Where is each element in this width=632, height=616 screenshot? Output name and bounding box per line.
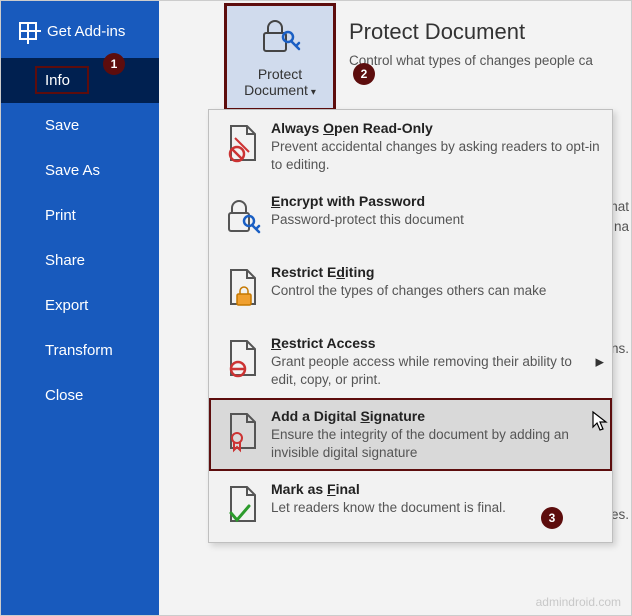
sidebar-item-share[interactable]: Share: [1, 238, 159, 283]
sidebar-item-label: Share: [45, 252, 85, 269]
get-addins-label: Get Add-ins: [47, 23, 125, 40]
sidebar-item-save-as[interactable]: Save As: [1, 148, 159, 193]
watermark: admindroid.com: [536, 595, 621, 609]
menu-item-digital-signature[interactable]: Add a Digital Signature Ensure the integ…: [209, 398, 612, 471]
sidebar-item-label: Save: [45, 117, 79, 134]
panel-subtitle: Control what types of changes people ca: [349, 53, 593, 68]
step-badge-2: 2: [353, 63, 375, 85]
get-addins-button[interactable]: Get Add-ins: [1, 16, 159, 58]
submenu-arrow-icon: ▶: [596, 355, 604, 368]
partial-bg-text: es.: [611, 507, 629, 522]
menu-item-encrypt-password[interactable]: Encrypt with Password Password-protect t…: [209, 183, 612, 254]
file-sidebar: Get Add-ins Info Save Save As Print Shar…: [1, 1, 159, 615]
document-check-icon: [223, 483, 263, 532]
protect-document-menu: Always Open Read-Only Prevent accidental…: [208, 109, 613, 543]
document-lock-icon: [223, 266, 263, 315]
document-prohibit-icon: [223, 337, 263, 386]
document-prohibit-icon: [223, 122, 263, 171]
panel-header: Protect Document Control what types of c…: [349, 19, 593, 68]
lock-key-icon: [258, 15, 302, 60]
menu-item-title: Encrypt with Password: [271, 193, 600, 209]
menu-item-desc: Grant people access while removing their…: [271, 353, 600, 388]
menu-item-title: Restrict Access: [271, 335, 600, 351]
protect-button-label: Protect Document▾: [244, 66, 316, 100]
sidebar-item-save[interactable]: Save: [1, 103, 159, 148]
step-badge-1: 1: [103, 53, 125, 75]
menu-item-desc: Ensure the integrity of the document by …: [271, 426, 600, 461]
document-ribbon-icon: [223, 410, 263, 459]
partial-bg-text: ns.: [611, 341, 629, 356]
chevron-down-icon: ▾: [311, 87, 316, 98]
sidebar-item-info[interactable]: Info: [1, 58, 159, 103]
sidebar-item-close[interactable]: Close: [1, 373, 159, 418]
sidebar-item-label: Transform: [45, 342, 113, 359]
sidebar-item-label: Export: [45, 297, 88, 314]
sidebar-item-label: Save As: [45, 162, 100, 179]
menu-item-title: Mark as Final: [271, 481, 600, 497]
highlight-box: [35, 66, 89, 94]
panel-title: Protect Document: [349, 19, 593, 45]
menu-item-desc: Control the types of changes others can …: [271, 282, 600, 300]
menu-item-open-read-only[interactable]: Always Open Read-Only Prevent accidental…: [209, 110, 612, 183]
sidebar-item-label: Print: [45, 207, 76, 224]
menu-item-restrict-editing[interactable]: Restrict Editing Control the types of ch…: [209, 254, 612, 325]
lock-key-icon: [223, 195, 263, 244]
menu-item-title: Restrict Editing: [271, 264, 600, 280]
sidebar-item-transform[interactable]: Transform: [1, 328, 159, 373]
menu-item-desc: Password-protect this document: [271, 211, 600, 229]
step-badge-3: 3: [541, 507, 563, 529]
menu-item-restrict-access[interactable]: Restrict Access Grant people access whil…: [209, 325, 612, 398]
menu-item-title: Always Open Read-Only: [271, 120, 600, 136]
sidebar-item-print[interactable]: Print: [1, 193, 159, 238]
menu-item-title: Add a Digital Signature: [271, 408, 600, 424]
protect-document-button[interactable]: Protect Document▾: [226, 5, 334, 109]
addins-icon: [19, 22, 37, 40]
menu-item-desc: Prevent accidental changes by asking rea…: [271, 138, 600, 173]
sidebar-item-label: Close: [45, 387, 83, 404]
sidebar-item-export[interactable]: Export: [1, 283, 159, 328]
